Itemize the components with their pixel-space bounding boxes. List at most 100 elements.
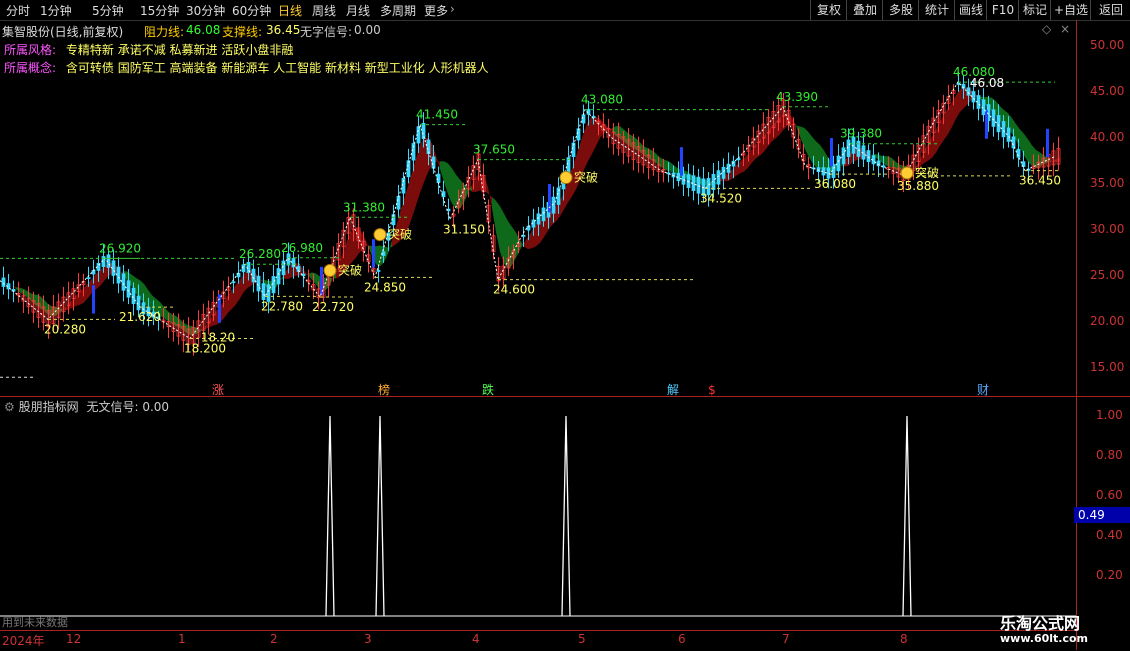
peak-label: 39.380 bbox=[840, 127, 882, 141]
candle-body bbox=[716, 170, 721, 185]
breakout-label: 突破 bbox=[338, 262, 362, 277]
draw-line-button[interactable]: 画线 bbox=[954, 0, 987, 20]
trough-label: 21.620 bbox=[119, 310, 161, 324]
tf-30min[interactable]: 30分钟 bbox=[186, 2, 225, 19]
peak-label: 41.450 bbox=[416, 108, 458, 122]
peak-label: 26.920 bbox=[99, 241, 141, 255]
f10-button[interactable]: F10 bbox=[986, 0, 1019, 20]
candle-body bbox=[1, 277, 6, 287]
price-axis bbox=[1076, 20, 1130, 650]
trend-band-segment bbox=[444, 161, 448, 195]
breakout-marker: 突破 bbox=[323, 262, 362, 277]
tf-multi[interactable]: 多周期 bbox=[380, 2, 416, 19]
trough-label: 36.080 bbox=[814, 177, 856, 191]
date-tick: 6 bbox=[678, 632, 686, 646]
trend-band-segment bbox=[764, 131, 768, 152]
multi-stock-button[interactable]: 多股 bbox=[882, 0, 919, 20]
signal-bar bbox=[1046, 128, 1049, 158]
trend-band-segment bbox=[884, 156, 888, 167]
kline-chart[interactable]: 26.920 26.280 26.980 31.380 41.450 37.650 43.0… bbox=[0, 20, 1076, 400]
tf-weekly[interactable]: 周线 bbox=[312, 2, 336, 19]
candle-body bbox=[126, 280, 131, 298]
breakout-label: 突破 bbox=[915, 165, 939, 180]
current-value-badge: 0.49 bbox=[1074, 507, 1130, 523]
signal-bar bbox=[830, 138, 833, 167]
watermark-url: www.60lt.com bbox=[1000, 632, 1089, 645]
event-mark[interactable]: 跌 bbox=[482, 382, 494, 397]
signal-spike bbox=[375, 415, 385, 617]
candle-body bbox=[671, 172, 676, 178]
fuquan-button[interactable]: 复权 bbox=[810, 0, 847, 20]
trend-band-segment bbox=[376, 245, 380, 267]
trough-label: 22.780 bbox=[261, 299, 303, 313]
overlay-button[interactable]: 叠加 bbox=[846, 0, 883, 20]
tf-more[interactable]: 更多 bbox=[424, 2, 448, 19]
candle-body bbox=[1011, 136, 1016, 149]
event-mark[interactable]: 榜 bbox=[378, 382, 390, 397]
event-mark[interactable]: 涨 bbox=[212, 382, 224, 397]
candle-body bbox=[1001, 121, 1006, 138]
tf-monthly[interactable]: 月线 bbox=[346, 2, 370, 19]
event-mark[interactable]: 解 bbox=[667, 383, 679, 397]
candle-body bbox=[866, 150, 871, 163]
trough-label: 31.150 bbox=[443, 222, 485, 236]
signal-bar bbox=[372, 239, 375, 268]
tf-15min[interactable]: 15分钟 bbox=[140, 2, 179, 19]
trend-band-segment bbox=[956, 89, 960, 119]
stats-button[interactable]: 统计 bbox=[918, 0, 955, 20]
indicator-tick: 0.40 bbox=[1096, 528, 1123, 542]
peak-label: 31.380 bbox=[343, 200, 385, 214]
event-mark[interactable]: 财 bbox=[977, 383, 989, 397]
candle-body bbox=[121, 273, 126, 291]
trend-band-segment bbox=[452, 168, 456, 209]
signal-spike bbox=[561, 415, 571, 617]
trough-label: 24.600 bbox=[493, 283, 535, 297]
trend-band-segment bbox=[744, 154, 748, 172]
price-tick: 40.00 bbox=[1090, 130, 1125, 144]
coin-icon bbox=[323, 263, 337, 277]
trend-band-segment bbox=[440, 161, 444, 182]
price-tick: 50.00 bbox=[1090, 38, 1125, 52]
signal-bar bbox=[218, 294, 221, 323]
candle-body bbox=[736, 158, 741, 161]
trend-band-segment bbox=[644, 146, 648, 159]
trough-label: 34.520 bbox=[700, 191, 742, 205]
date-tick: 5 bbox=[578, 632, 586, 646]
candle-body bbox=[431, 156, 436, 169]
signal-bar bbox=[548, 184, 551, 213]
date-tick: 1 bbox=[178, 632, 186, 646]
tf-60min[interactable]: 60分钟 bbox=[232, 2, 271, 19]
candle-body bbox=[131, 287, 136, 305]
trough-label: 24.850 bbox=[364, 280, 406, 294]
candle-body bbox=[426, 139, 431, 154]
mark-button[interactable]: 标记 bbox=[1018, 0, 1051, 20]
candle-body bbox=[396, 195, 401, 210]
date-tick: 2024年 bbox=[2, 634, 45, 648]
tf-fenshi[interactable]: 分时 bbox=[6, 2, 30, 19]
tf-1min[interactable]: 1分钟 bbox=[40, 2, 72, 19]
trend-band-segment bbox=[448, 163, 452, 204]
trend-band-segment bbox=[584, 121, 588, 170]
indicator-chart[interactable] bbox=[0, 398, 1076, 630]
candle-body bbox=[421, 122, 426, 140]
coin-icon bbox=[373, 228, 387, 242]
back-button[interactable]: 返回 bbox=[1090, 0, 1130, 20]
tf-daily[interactable]: 日线 bbox=[278, 2, 302, 19]
date-axis bbox=[0, 630, 1076, 651]
peak-label: 26.980 bbox=[281, 241, 323, 255]
candle-body bbox=[721, 166, 726, 179]
add-watchlist-button[interactable]: +自选 bbox=[1050, 0, 1091, 20]
trend-band-segment bbox=[244, 270, 248, 292]
candle-body bbox=[576, 128, 581, 141]
candle-body bbox=[251, 268, 256, 283]
chevron-right-icon[interactable]: › bbox=[450, 2, 455, 16]
date-tick: 2 bbox=[270, 632, 278, 646]
candle-body bbox=[991, 109, 996, 127]
tf-5min[interactable]: 5分钟 bbox=[92, 2, 124, 19]
candle-body bbox=[231, 281, 236, 284]
event-mark[interactable]: $ bbox=[708, 383, 716, 397]
peak-label: 46.08 bbox=[970, 76, 1004, 90]
price-tick: 15.00 bbox=[1090, 360, 1125, 374]
trough-label: 35.880 bbox=[897, 179, 939, 193]
trend-band-segment bbox=[924, 143, 928, 164]
